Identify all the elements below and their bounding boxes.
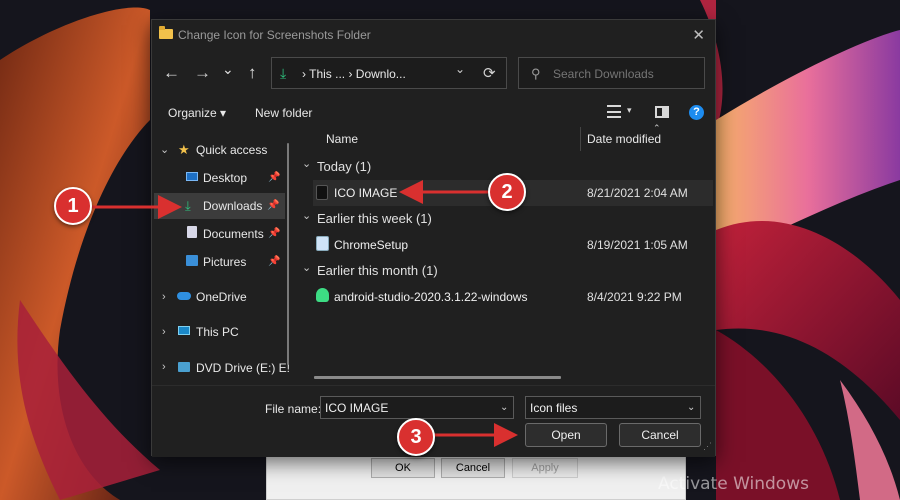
group-header-earlier-this-week[interactable]: Earlier this week (1) bbox=[317, 211, 432, 226]
file-date: 8/21/2021 2:04 AM bbox=[587, 186, 688, 200]
column-divider[interactable] bbox=[580, 127, 581, 151]
sort-caret-icon: ⌃ bbox=[653, 123, 661, 133]
folder-icon bbox=[159, 26, 173, 39]
step-2-badge: 2 bbox=[488, 173, 526, 211]
file-name-combobox[interactable]: ⌄ bbox=[320, 396, 514, 419]
pin-icon: 📌 bbox=[268, 228, 281, 239]
collapse-chevron-icon[interactable]: ⌄ bbox=[302, 157, 311, 170]
resize-grip-icon[interactable]: ⋰ bbox=[703, 441, 712, 452]
sidebar-item-onedrive[interactable]: OneDrive bbox=[196, 290, 247, 304]
navigation-scrollbar[interactable] bbox=[287, 143, 289, 365]
file-date: 8/19/2021 1:05 AM bbox=[587, 238, 688, 252]
sidebar-item-this-pc[interactable]: This PC bbox=[196, 325, 239, 339]
installer-file-icon bbox=[316, 236, 329, 251]
activate-windows-watermark: Activate Windows bbox=[658, 474, 809, 494]
documents-icon bbox=[187, 226, 197, 238]
new-folder-button[interactable]: New folder bbox=[255, 106, 312, 120]
download-icon: ⤓ bbox=[280, 65, 287, 81]
view-options-caret-icon[interactable]: ▾ bbox=[627, 105, 632, 116]
image-file-icon bbox=[316, 185, 328, 200]
back-arrow-icon[interactable]: ← bbox=[163, 64, 180, 82]
file-type-value: Icon files bbox=[530, 401, 578, 415]
up-arrow-icon[interactable]: ↑ bbox=[248, 64, 257, 82]
recent-locations-chevron-icon[interactable]: ⌄ bbox=[222, 60, 234, 78]
pictures-icon bbox=[186, 255, 198, 266]
background-ok-button[interactable]: OK bbox=[371, 458, 435, 478]
help-icon[interactable]: ? bbox=[689, 105, 704, 120]
onedrive-cloud-icon bbox=[177, 292, 191, 300]
file-name-input[interactable] bbox=[325, 399, 490, 416]
collapse-chevron-icon[interactable]: ⌄ bbox=[302, 209, 311, 222]
background-properties-dialog: OK Cancel Apply bbox=[266, 452, 686, 500]
pc-monitor-icon bbox=[178, 326, 190, 335]
background-apply-button: Apply bbox=[512, 458, 578, 478]
background-cancel-button[interactable]: Cancel bbox=[441, 458, 505, 478]
forward-arrow-icon[interactable]: → bbox=[194, 64, 211, 82]
pin-icon: 📌 bbox=[267, 200, 280, 211]
file-name: ChromeSetup bbox=[334, 238, 409, 252]
column-header-name[interactable]: Name bbox=[326, 132, 358, 146]
close-icon[interactable]: ✕ bbox=[692, 26, 705, 44]
file-name-label: File name: bbox=[265, 402, 322, 416]
change-icon-dialog: Change Icon for Screenshots Folder ✕ ← →… bbox=[151, 19, 716, 457]
file-row-chromesetup[interactable]: ChromeSetup 8/19/2021 1:05 AM bbox=[313, 232, 713, 258]
pin-icon: 📌 bbox=[268, 256, 281, 267]
group-header-earlier-this-month[interactable]: Earlier this month (1) bbox=[317, 263, 438, 278]
expand-chevron-icon[interactable]: › bbox=[162, 291, 166, 303]
dialog-title: Change Icon for Screenshots Folder bbox=[178, 28, 371, 42]
sidebar-item-dvd-drive[interactable]: DVD Drive (E:) E! bbox=[196, 361, 290, 375]
file-date: 8/4/2021 9:22 PM bbox=[587, 290, 682, 304]
address-bar[interactable]: ⤓ › This ... › Downlo... bbox=[271, 57, 507, 89]
star-icon: ★ bbox=[178, 142, 190, 157]
preview-pane-icon[interactable] bbox=[655, 106, 669, 118]
file-name: ICO IMAGE bbox=[334, 186, 398, 200]
search-input[interactable] bbox=[553, 64, 698, 84]
title-bar[interactable]: Change Icon for Screenshots Folder ✕ bbox=[152, 20, 715, 50]
download-icon: ⤓ bbox=[185, 198, 191, 213]
search-box[interactable]: ⚲ bbox=[518, 57, 705, 89]
pin-icon: 📌 bbox=[268, 172, 281, 183]
expand-chevron-icon[interactable]: ⌄ bbox=[160, 143, 169, 156]
search-icon: ⚲ bbox=[531, 66, 541, 81]
file-type-select[interactable]: Icon files ⌄ bbox=[525, 396, 701, 419]
file-row-android-studio[interactable]: android-studio-2020.3.1.22-windows 8/4/2… bbox=[313, 284, 713, 310]
expand-chevron-icon[interactable]: › bbox=[162, 361, 166, 373]
cancel-button[interactable]: Cancel bbox=[619, 423, 701, 447]
column-header-date-modified[interactable]: Date modified bbox=[587, 132, 661, 146]
step-3-badge: 3 bbox=[397, 418, 435, 456]
sidebar-item-desktop[interactable]: Desktop bbox=[203, 171, 247, 185]
sidebar-item-documents[interactable]: Documents bbox=[203, 227, 264, 241]
step-1-badge: 1 bbox=[54, 187, 92, 225]
sidebar-item-downloads[interactable]: ⤓ Downloads 📌 bbox=[154, 193, 285, 219]
android-studio-icon bbox=[316, 288, 329, 302]
chevron-down-icon[interactable]: ⌄ bbox=[500, 402, 508, 413]
organize-button[interactable]: Organize ▾ bbox=[168, 106, 226, 120]
group-header-today[interactable]: Today (1) bbox=[317, 159, 371, 174]
refresh-icon[interactable]: ⟳ bbox=[483, 64, 496, 82]
collapse-chevron-icon[interactable]: ⌄ bbox=[302, 261, 311, 274]
chevron-down-icon[interactable]: ⌄ bbox=[687, 402, 695, 413]
dvd-drive-icon bbox=[178, 362, 190, 372]
open-button[interactable]: Open bbox=[525, 423, 607, 447]
content-horizontal-scrollbar[interactable] bbox=[314, 376, 561, 379]
sidebar-item-label: Downloads bbox=[203, 199, 263, 213]
breadcrumb[interactable]: › This ... › Downlo... bbox=[302, 67, 406, 81]
desktop-icon bbox=[186, 172, 198, 181]
view-options-icon[interactable] bbox=[607, 105, 621, 118]
sidebar-item-pictures[interactable]: Pictures bbox=[203, 255, 246, 269]
address-dropdown-chevron-icon[interactable]: ⌄ bbox=[455, 62, 465, 76]
file-name: android-studio-2020.3.1.22-windows bbox=[334, 290, 528, 304]
expand-chevron-icon[interactable]: › bbox=[162, 326, 166, 338]
sidebar-item-quick-access[interactable]: Quick access bbox=[196, 143, 267, 157]
